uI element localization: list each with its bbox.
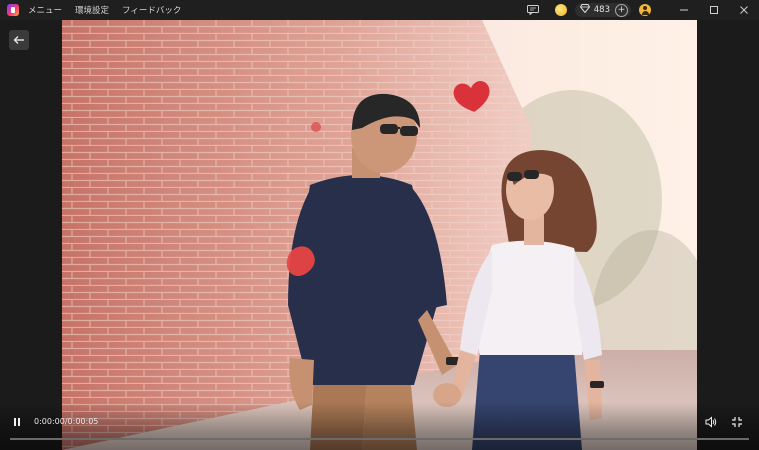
add-gems-icon[interactable]: + bbox=[615, 3, 628, 17]
menu-bar: メニュー 環境設定 フィードバック bbox=[28, 4, 194, 16]
progress-bar[interactable] bbox=[10, 438, 749, 440]
menu-item-menu[interactable]: メニュー bbox=[28, 4, 62, 16]
gem-icon bbox=[579, 4, 590, 16]
volume-icon[interactable] bbox=[705, 416, 717, 428]
playback-time: 0:00:00/0:00:05 bbox=[34, 417, 99, 426]
avatar-icon[interactable] bbox=[639, 4, 651, 16]
player-controls: 0:00:00/0:00:05 bbox=[0, 402, 759, 450]
title-bar: メニュー 環境設定 フィードバック 483 + bbox=[0, 0, 759, 20]
coin-icon[interactable] bbox=[554, 4, 567, 16]
close-icon[interactable] bbox=[729, 0, 759, 20]
maximize-icon[interactable] bbox=[699, 0, 729, 20]
fullscreen-icon[interactable] bbox=[731, 416, 743, 428]
chat-icon[interactable] bbox=[526, 5, 539, 15]
pause-icon[interactable] bbox=[11, 416, 23, 428]
title-bar-actions: 483 + bbox=[526, 0, 759, 20]
video-stage bbox=[0, 20, 759, 450]
video-picture bbox=[62, 20, 697, 450]
gem-balance[interactable]: 483 + bbox=[574, 3, 631, 17]
back-arrow-icon[interactable] bbox=[9, 30, 29, 50]
menu-item-feedback[interactable]: フィードバック bbox=[122, 4, 181, 16]
minimize-icon[interactable] bbox=[669, 0, 699, 20]
app-logo-icon bbox=[7, 4, 19, 16]
video-frame[interactable] bbox=[62, 20, 697, 450]
gem-count: 483 bbox=[593, 5, 610, 15]
menu-item-preferences[interactable]: 環境設定 bbox=[75, 4, 109, 16]
